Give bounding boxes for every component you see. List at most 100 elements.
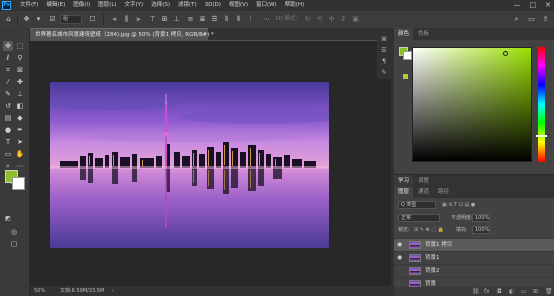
hue-slider[interactable]	[538, 47, 545, 162]
gradient-tool-icon[interactable]: ▤	[3, 113, 13, 123]
path-select-tool-icon[interactable]: ➤	[15, 137, 25, 147]
distribute-top-icon[interactable]: ≡	[186, 15, 195, 24]
tab-channels[interactable]: 通道	[414, 187, 433, 198]
document-tab[interactable]: 世界著名城市风景建筑壁纸（284).jpg @ 50% (背景1 拷贝, RGB…	[30, 28, 214, 41]
clone-stamp-tool-icon[interactable]: ⊥	[15, 89, 25, 99]
distribute-center-icon[interactable]: ⫴	[234, 15, 243, 24]
lock-icons[interactable]: ⊞ ✎ ✥ ⬚ 🔒	[414, 226, 444, 234]
auto-select-dropdown[interactable]: 组	[60, 15, 82, 24]
tab-layers[interactable]: 图层	[394, 187, 414, 198]
align-top-icon[interactable]: ⊤	[148, 15, 157, 24]
move-tool-icon[interactable]: ✥	[3, 41, 13, 51]
document-size[interactable]: 文档:6.59M/23.5M	[60, 286, 104, 296]
marquee-tool-icon[interactable]: ⬚	[15, 41, 25, 51]
menu-3d[interactable]: 3D(D)	[201, 0, 225, 11]
panel-background-swatch[interactable]	[403, 51, 412, 60]
menu-help[interactable]: 帮助(H)	[281, 0, 308, 11]
menu-file[interactable]: 文件(F)	[16, 0, 42, 11]
healing-brush-tool-icon[interactable]: ✚	[15, 77, 25, 87]
background-color-swatch[interactable]	[12, 177, 25, 190]
eye-icon[interactable]: ◉	[397, 252, 402, 264]
tab-paths[interactable]: 路径	[434, 187, 453, 198]
link-layers-icon[interactable]: ⛓	[472, 287, 480, 296]
default-colors-icon[interactable]: ◩	[3, 214, 13, 224]
layer-row[interactable]: ◉ 背景1	[394, 251, 554, 264]
layer-filter-dropdown[interactable]: Q 类型	[398, 201, 436, 209]
align-bottom-icon[interactable]: ⊥	[172, 15, 181, 24]
filter-icons[interactable]: ▣ ⊘ T ⊡ ▤ ●	[442, 201, 475, 209]
history-brush-tool-icon[interactable]: ↺	[3, 101, 13, 111]
add-mask-icon[interactable]: ◘	[497, 287, 502, 296]
more-options-icon[interactable]: ⋯	[262, 15, 271, 24]
properties-panel-icon[interactable]: ☰	[379, 46, 389, 56]
brush-panel-icon[interactable]: ✎	[379, 68, 389, 78]
tab-color[interactable]: 颜色	[394, 28, 414, 40]
align-middle-icon[interactable]: ⊞	[160, 15, 169, 24]
eyedropper-tool-icon[interactable]: ⁄	[3, 77, 13, 87]
history-panel-icon[interactable]: ⌘	[379, 35, 389, 45]
adjustment-layer-icon[interactable]: ◐	[509, 287, 514, 296]
transform-controls-checkbox-icon[interactable]: ☐	[88, 15, 97, 24]
auto-select-checkbox-icon[interactable]: ☑	[48, 15, 57, 24]
status-menu-icon[interactable]: ›	[112, 286, 114, 296]
tab-swatches[interactable]: 色板	[414, 28, 433, 40]
align-left-icon[interactable]: ⫷	[110, 15, 119, 24]
close-button[interactable]: ✕	[545, 0, 551, 11]
menu-layer[interactable]: 图层(L)	[94, 0, 120, 11]
lasso-tool-icon[interactable]: ℓ	[3, 53, 13, 63]
opacity-field[interactable]: 100%	[472, 214, 490, 222]
paragraph-panel-icon[interactable]: ¶	[379, 57, 389, 67]
menu-type[interactable]: 文字(Y)	[121, 0, 148, 11]
color-picker-field[interactable]	[412, 47, 532, 162]
menu-select[interactable]: 选择(S)	[147, 0, 174, 11]
home-icon[interactable]: ⌂	[4, 15, 13, 24]
menu-filter[interactable]: 滤镜(T)	[174, 0, 201, 11]
workspace-icon[interactable]: ▭	[527, 15, 536, 24]
eye-hidden-icon[interactable]: ○	[397, 265, 402, 277]
fill-field[interactable]: 100%	[472, 226, 490, 234]
web-safe-warning-swatch[interactable]	[403, 74, 408, 79]
fx-icon[interactable]: fx	[484, 287, 490, 296]
share-icon[interactable]: ⇪	[541, 15, 550, 24]
maximize-button[interactable]: □	[530, 0, 537, 11]
move-icon[interactable]: ✥	[22, 15, 31, 24]
color-picker-cursor[interactable]	[503, 51, 508, 56]
blur-tool-icon[interactable]: ◆	[15, 113, 25, 123]
align-right-icon[interactable]: ⫸	[134, 15, 143, 24]
distribute-right-icon[interactable]: ⦙	[246, 15, 255, 24]
distribute-left-icon[interactable]: ⦀	[222, 15, 231, 24]
shape-tool-icon[interactable]: ▭	[3, 149, 13, 159]
eye-icon[interactable]: ◉	[397, 239, 402, 251]
hue-slider-handle[interactable]	[536, 135, 547, 137]
quick-mask-icon[interactable]: ◎	[9, 227, 19, 237]
new-layer-icon[interactable]: ⊞	[533, 287, 538, 296]
brush-tool-icon[interactable]: ✎	[3, 89, 13, 99]
menu-edit[interactable]: 编辑(E)	[42, 0, 69, 11]
dodge-tool-icon[interactable]: ●	[3, 125, 13, 135]
crop-tool-icon[interactable]: ⌗	[3, 65, 13, 75]
eraser-tool-icon[interactable]: ◧	[15, 101, 25, 111]
layer-row[interactable]: ○ 背景2	[394, 264, 554, 277]
menu-view[interactable]: 视图(V)	[225, 0, 252, 11]
blend-mode-dropdown[interactable]: 正常	[398, 214, 440, 222]
close-tab-icon[interactable]: ×	[199, 29, 204, 41]
tab-adjustments[interactable]: 调整	[414, 175, 433, 187]
pen-tool-icon[interactable]: ✒	[15, 125, 25, 135]
delete-layer-icon[interactable]: 🗑	[545, 287, 553, 296]
new-group-icon[interactable]: ▭	[521, 287, 527, 296]
frame-tool-icon[interactable]: ⊠	[15, 65, 25, 75]
distribute-bottom-icon[interactable]: ☰	[210, 15, 219, 24]
quick-select-tool-icon[interactable]: ⚲	[15, 53, 25, 63]
menu-window[interactable]: 窗口(W)	[252, 0, 281, 11]
screen-mode-icon[interactable]: ▢	[9, 239, 19, 249]
chevron-down-icon[interactable]: ▾	[34, 15, 43, 24]
layer-row[interactable]: ◉ 背景1 拷贝	[394, 238, 554, 251]
minimize-button[interactable]: —	[514, 0, 521, 11]
canvas-image[interactable]	[50, 82, 329, 248]
align-center-icon[interactable]: ⫼	[122, 15, 131, 24]
search-icon[interactable]: ⌕	[512, 15, 521, 24]
hand-tool-icon[interactable]: ✋	[15, 149, 25, 159]
distribute-middle-icon[interactable]: ≣	[198, 15, 207, 24]
type-tool-icon[interactable]: T	[3, 137, 13, 147]
tab-learn[interactable]: 学习	[394, 175, 414, 187]
